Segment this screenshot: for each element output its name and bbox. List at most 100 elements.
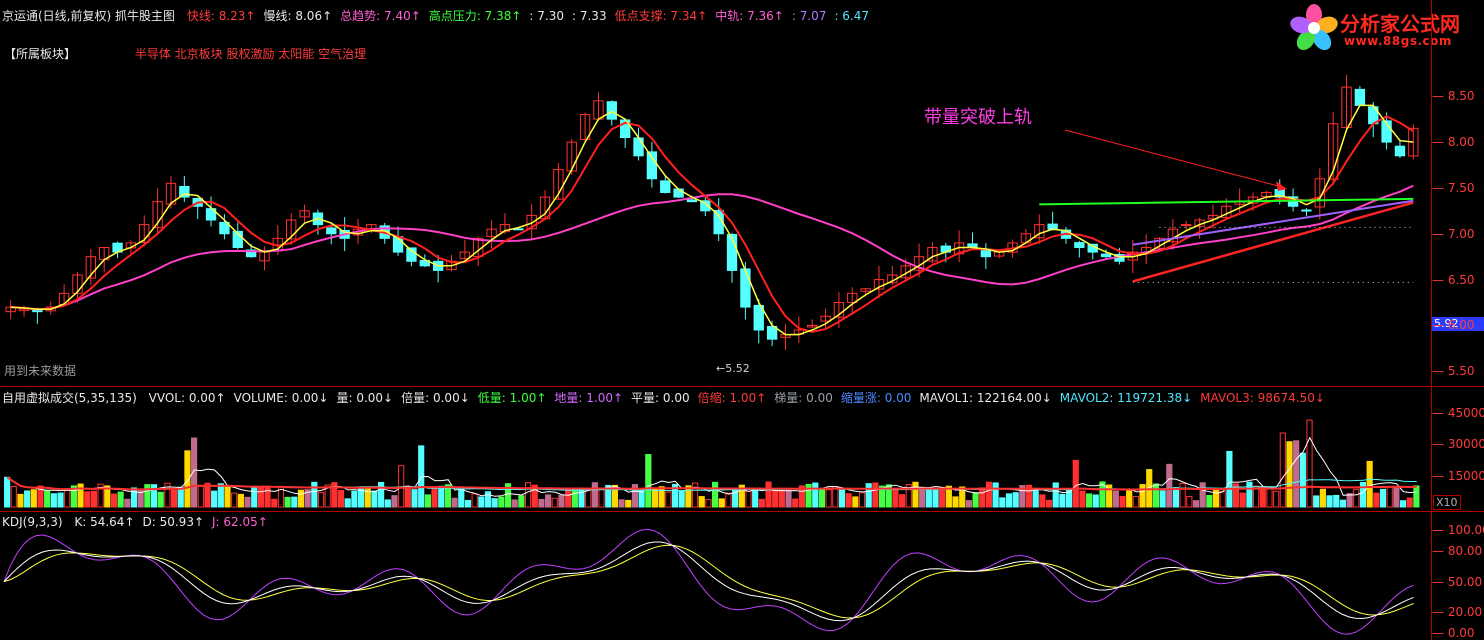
volume-bar bbox=[1319, 488, 1326, 508]
volume-bar bbox=[1306, 419, 1313, 508]
volume-bar bbox=[585, 489, 592, 508]
y-tick-label: — 7.50 bbox=[1432, 180, 1475, 195]
main-header-item-5: : 7.33 bbox=[572, 9, 607, 23]
volume-bar bbox=[1266, 487, 1273, 508]
y-tick-label: — 6.00 bbox=[1432, 318, 1475, 333]
volume-bar bbox=[1052, 482, 1059, 508]
volume-bar bbox=[498, 496, 505, 508]
volume-bar bbox=[1126, 488, 1133, 508]
volume-bar bbox=[1166, 463, 1173, 508]
volume-bar bbox=[1092, 494, 1099, 508]
volume-bar bbox=[745, 490, 752, 508]
annotation-arrow bbox=[1064, 129, 1283, 188]
volume-bar bbox=[598, 488, 605, 508]
y-tick-label: — 50.00 bbox=[1432, 574, 1483, 589]
volume-bar bbox=[224, 485, 231, 508]
y-tick-label: — 8.00 bbox=[1432, 135, 1475, 150]
volume-bar bbox=[1199, 482, 1206, 508]
main-header-item-9: : 6.47 bbox=[834, 9, 870, 23]
y-tick-label: — 20.00 bbox=[1432, 605, 1483, 620]
volume-bar bbox=[378, 481, 385, 508]
volume-bar bbox=[90, 490, 98, 508]
volume-bar bbox=[471, 493, 478, 508]
candle-body bbox=[606, 101, 617, 120]
price-chart bbox=[5, 74, 1419, 350]
y-tick-label: — 0.00 bbox=[1432, 625, 1475, 640]
volume-bar bbox=[50, 493, 57, 508]
volume-bar bbox=[1005, 493, 1013, 508]
y-tick-label: — 7.00 bbox=[1432, 226, 1475, 241]
volume-bar bbox=[478, 496, 485, 508]
volume-bar bbox=[231, 492, 238, 508]
main-header-item-8: : 7.07 bbox=[791, 9, 827, 23]
kdj-y-axis: — 100.00 — 80.00 — 50.00 — 20.00 — 0.00 bbox=[1432, 520, 1484, 640]
volume-bar bbox=[852, 496, 859, 508]
kdj-chart bbox=[3, 528, 1414, 635]
volume-bar bbox=[1406, 497, 1413, 508]
volume-bar bbox=[1059, 493, 1066, 508]
volume-bar bbox=[411, 489, 418, 508]
volume-bar bbox=[1346, 493, 1353, 508]
y-tick-label: — 45000 bbox=[1432, 405, 1484, 420]
y-tick-label: — 100.00 bbox=[1432, 523, 1484, 538]
main-header-item-3: 高点压力: 7.38↑ bbox=[428, 9, 522, 23]
volume-bar bbox=[965, 500, 972, 508]
volume-bar bbox=[24, 490, 31, 508]
annotation-text: 带量突破上轨 bbox=[924, 107, 1032, 128]
volume-bar bbox=[251, 487, 258, 508]
volume-bar bbox=[1259, 486, 1266, 508]
volume-bar bbox=[284, 496, 291, 508]
volume-bar bbox=[524, 482, 532, 508]
volume-bar bbox=[718, 498, 725, 508]
kdj-d-line bbox=[3, 544, 1414, 619]
candle-body bbox=[1394, 145, 1406, 157]
volume-bar bbox=[571, 488, 578, 508]
volume-bar bbox=[1152, 483, 1160, 508]
main-header-item-4: : 7.30 bbox=[529, 9, 564, 23]
candle-body bbox=[1301, 209, 1312, 212]
volume-bar bbox=[424, 494, 431, 508]
volume-bar bbox=[772, 490, 779, 508]
kdj-j-line bbox=[3, 528, 1414, 635]
volume-bar bbox=[712, 481, 719, 508]
main-header-item-1: 慢线: 8.06↑ bbox=[263, 9, 333, 23]
stock-title: 京运通(日线,前复权) bbox=[2, 9, 112, 23]
volume-bar bbox=[1333, 494, 1340, 508]
volume-bar bbox=[972, 492, 979, 508]
candle-body bbox=[686, 199, 698, 203]
volume-bar bbox=[1313, 495, 1320, 508]
volume-bar bbox=[691, 482, 699, 508]
volume-bar bbox=[84, 491, 91, 508]
flower-logo-icon bbox=[1290, 4, 1338, 51]
volume-bar bbox=[758, 498, 765, 508]
volume-bar bbox=[1186, 496, 1193, 508]
volume-bar bbox=[1039, 494, 1046, 508]
volume-bar bbox=[1179, 482, 1186, 508]
volume-bar bbox=[551, 497, 558, 508]
logo-title: 分析家公式网 bbox=[1340, 14, 1460, 36]
volume-bar bbox=[912, 481, 919, 508]
volume-bar bbox=[117, 491, 124, 508]
volume-bar bbox=[237, 493, 244, 508]
volume-bar bbox=[1086, 493, 1093, 508]
volume-bar bbox=[538, 498, 545, 508]
volume-bar bbox=[344, 498, 351, 508]
volume-bar bbox=[458, 488, 465, 508]
y-tick-label: — 30000 bbox=[1432, 437, 1484, 452]
indicator-name: 抓牛股主图 bbox=[115, 9, 176, 23]
logo-url: www.88gs.com bbox=[1344, 34, 1452, 48]
volume-bar bbox=[217, 483, 224, 508]
volume-bar bbox=[264, 486, 271, 508]
volume-bar bbox=[170, 490, 178, 508]
main-header-item-7: 中轨: 7.36↑ bbox=[715, 9, 784, 23]
volume-bar bbox=[1393, 487, 1400, 508]
volume-bar bbox=[311, 481, 318, 508]
volume-bar bbox=[491, 498, 498, 508]
volume-bar bbox=[1286, 441, 1293, 508]
volume-bar bbox=[1192, 500, 1200, 508]
volume-bar bbox=[1279, 432, 1286, 508]
main-header-values: 快线: 8.23↑ 慢线: 8.06↑ 总趋势: 7.40↑ 高点压力: 7.38↑:… bbox=[187, 9, 877, 23]
future-data-note: 用到未来数据 bbox=[4, 364, 77, 378]
volume-bar bbox=[618, 499, 625, 508]
volume-bar bbox=[625, 499, 632, 508]
